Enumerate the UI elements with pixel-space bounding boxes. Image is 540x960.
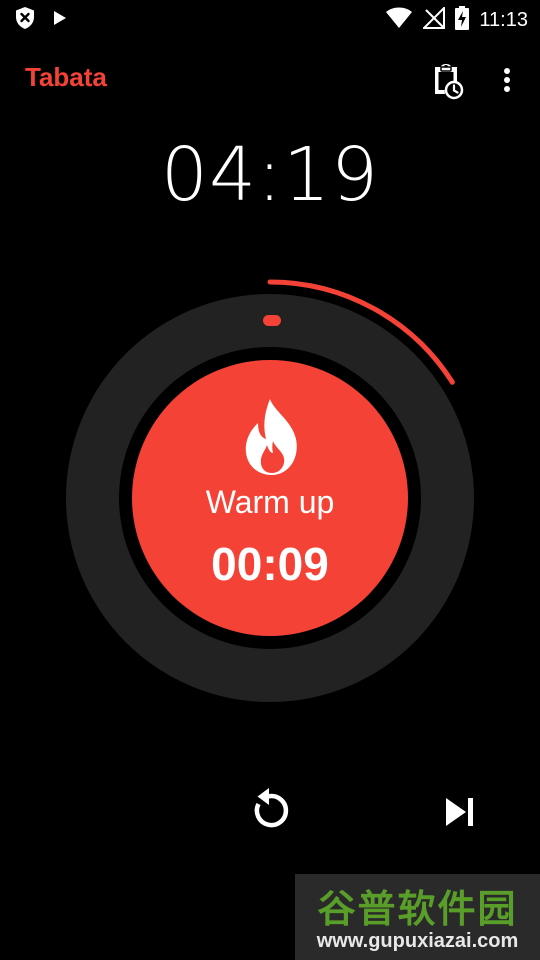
progress-marker — [263, 315, 281, 326]
status-bar: 11:13 — [0, 0, 540, 36]
watermark: 谷普软件园 www.gupuxiazai.com — [295, 874, 540, 960]
phase-time: 00:09 — [211, 538, 329, 590]
play-icon — [52, 9, 68, 32]
battery-charging-icon — [455, 6, 470, 35]
restart-icon — [248, 788, 292, 838]
phase-display[interactable]: Warm up 00:09 — [132, 361, 408, 637]
skip-next-icon — [440, 798, 480, 836]
watermark-url: www.gupuxiazai.com — [316, 930, 519, 952]
status-time: 11:13 — [479, 9, 528, 31]
history-clipboard-icon — [426, 64, 466, 104]
more-options-button[interactable] — [494, 62, 520, 98]
total-time: 04:19 — [160, 132, 380, 218]
shield-x-icon — [14, 6, 36, 35]
flame-icon — [240, 397, 304, 477]
history-button[interactable] — [426, 60, 466, 100]
phase-label: Warm up — [205, 484, 335, 520]
no-signal-icon — [422, 5, 446, 34]
app-bar: Tabata — [0, 52, 540, 108]
watermark-logo-text: 谷普软件园 — [317, 887, 518, 931]
more-vertical-icon — [494, 68, 520, 102]
wifi-icon — [385, 7, 413, 34]
app-title: Tabata — [25, 62, 107, 92]
skip-next-button[interactable] — [440, 792, 480, 832]
restart-button[interactable] — [248, 786, 292, 834]
